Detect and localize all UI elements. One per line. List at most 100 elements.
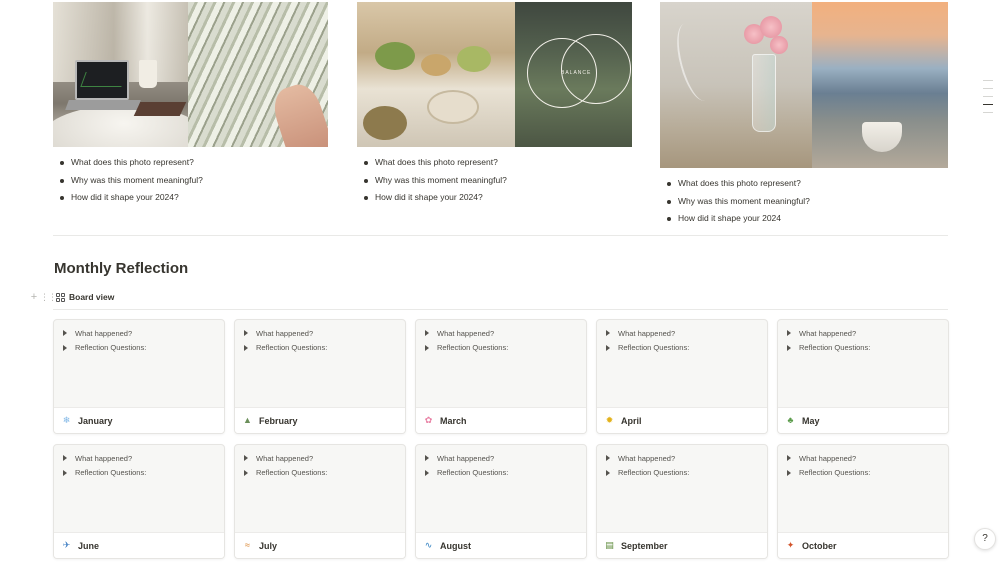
toggle-block[interactable]: Reflection Questions: — [787, 466, 948, 481]
toggle-label: Reflection Questions: — [75, 343, 147, 353]
month-name: January — [78, 415, 113, 426]
board-card[interactable]: What happened? Reflection Questions: ✈ June — [53, 444, 225, 559]
toggle-label: Reflection Questions: — [75, 468, 147, 478]
toggle-block[interactable]: Reflection Questions: — [787, 341, 948, 356]
toggle-block[interactable]: What happened? — [244, 326, 405, 341]
toggle-block[interactable]: What happened? — [244, 451, 405, 466]
database-view-bar: + ⋮⋮ Board view — [28, 290, 115, 304]
toggle-arrow-icon[interactable] — [606, 455, 610, 462]
board-card[interactable]: What happened? Reflection Questions: ♣ May — [777, 319, 949, 434]
card-toggle-list: What happened? Reflection Questions: — [235, 320, 405, 355]
toggle-block[interactable]: What happened? — [787, 451, 948, 466]
section-divider — [53, 235, 948, 236]
board-card[interactable]: What happened? Reflection Questions: ✹ Apri… — [596, 319, 768, 434]
toggle-block[interactable]: Reflection Questions: — [425, 466, 586, 481]
toggle-arrow-icon[interactable] — [63, 344, 67, 351]
month-name: October — [802, 540, 837, 551]
drag-handle-icon[interactable]: ⋮⋮ — [40, 292, 57, 303]
question-item: What does this photo represent? — [357, 154, 632, 172]
card-title-bar[interactable]: ❄ January — [54, 407, 224, 433]
toggle-arrow-icon[interactable] — [63, 330, 67, 337]
card-title-bar[interactable]: ♣ May — [778, 407, 948, 433]
toggle-label: Reflection Questions: — [437, 343, 509, 353]
laptop-money-photo[interactable] — [53, 2, 328, 147]
toggle-block[interactable]: What happened? — [787, 326, 948, 341]
board-card[interactable]: What happened? Reflection Questions: ▲ Febr… — [234, 319, 406, 434]
card-title-bar[interactable]: ✹ April — [597, 407, 767, 433]
toggle-arrow-icon[interactable] — [425, 469, 429, 476]
reflection-question-list: What does this photo represent? Why was … — [660, 175, 948, 228]
gallery-item-2[interactable]: BALANCE What does this photo represent? … — [357, 2, 632, 207]
question-item: Why was this moment meaningful? — [53, 172, 328, 190]
question-item: Why was this moment meaningful? — [660, 193, 948, 211]
toggle-block[interactable]: Reflection Questions: — [63, 341, 224, 356]
toggle-arrow-icon[interactable] — [244, 469, 248, 476]
toggle-block[interactable]: What happened? — [63, 326, 224, 341]
toggle-arrow-icon[interactable] — [787, 469, 791, 476]
board-card[interactable]: What happened? Reflection Questions: ∿ Augu… — [415, 444, 587, 559]
toggle-block[interactable]: Reflection Questions: — [63, 466, 224, 481]
toggle-arrow-icon[interactable] — [425, 344, 429, 351]
toggle-label: What happened? — [75, 328, 133, 338]
toggle-label: What happened? — [256, 328, 314, 338]
toggle-arrow-icon[interactable] — [425, 330, 429, 337]
page-outline-minimap[interactable] — [983, 80, 995, 120]
toggle-label: What happened? — [256, 453, 314, 463]
toggle-arrow-icon[interactable] — [606, 344, 610, 351]
toggle-arrow-icon[interactable] — [63, 469, 67, 476]
card-title-bar[interactable]: ▤ September — [597, 532, 767, 558]
toggle-block[interactable]: Reflection Questions: — [244, 341, 405, 356]
card-toggle-list: What happened? Reflection Questions: — [54, 445, 224, 480]
toggle-arrow-icon[interactable] — [63, 455, 67, 462]
tab-board-view[interactable]: Board view — [56, 292, 114, 302]
toggle-block[interactable]: Reflection Questions: — [244, 466, 405, 481]
toggle-arrow-icon[interactable] — [425, 455, 429, 462]
toggle-block[interactable]: What happened? — [425, 451, 586, 466]
toggle-arrow-icon[interactable] — [244, 455, 248, 462]
toggle-arrow-icon[interactable] — [606, 469, 610, 476]
airplane-icon: ✈ — [62, 540, 71, 550]
toggle-block[interactable]: What happened? — [63, 451, 224, 466]
toggle-label: Reflection Questions: — [256, 343, 328, 353]
card-title-bar[interactable]: ≈ July — [235, 532, 405, 558]
toggle-block[interactable]: Reflection Questions: — [425, 341, 586, 356]
gallery-item-3[interactable]: What does this photo represent? Why was … — [660, 2, 948, 228]
blossom-icon: ✿ — [424, 415, 433, 425]
toggle-arrow-icon[interactable] — [244, 344, 248, 351]
card-title-bar[interactable]: ▲ February — [235, 407, 405, 433]
question-item: How did it shape your 2024? — [53, 189, 328, 207]
toggle-arrow-icon[interactable] — [787, 455, 791, 462]
board-card[interactable]: What happened? Reflection Questions: ≈ July — [234, 444, 406, 559]
gallery-item-1[interactable]: What does this photo represent? Why was … — [53, 2, 328, 207]
toggle-block[interactable]: What happened? — [606, 326, 767, 341]
dinner-balance-photo[interactable]: BALANCE — [357, 2, 632, 147]
card-title-bar[interactable]: ✿ March — [416, 407, 586, 433]
maple-leaf-icon: ✦ — [786, 540, 795, 550]
toggle-block[interactable]: Reflection Questions: — [606, 341, 767, 356]
board-card[interactable]: What happened? Reflection Questions: ▤ Sept… — [596, 444, 768, 559]
help-button[interactable]: ? — [974, 528, 996, 550]
section-title: Monthly Reflection — [54, 260, 189, 277]
month-name: April — [621, 415, 642, 426]
toggle-block[interactable]: Reflection Questions: — [606, 466, 767, 481]
board-card[interactable]: What happened? Reflection Questions: ✿ Marc… — [415, 319, 587, 434]
toggle-arrow-icon[interactable] — [787, 344, 791, 351]
board-card[interactable]: What happened? Reflection Questions: ❄ Janu… — [53, 319, 225, 434]
toggle-arrow-icon[interactable] — [606, 330, 610, 337]
board-card[interactable]: What happened? Reflection Questions: ✦ Octo… — [777, 444, 949, 559]
month-name: August — [440, 540, 471, 551]
board: What happened? Reflection Questions: ❄ Janu… — [53, 319, 949, 559]
view-divider — [53, 309, 948, 310]
month-name: February — [259, 415, 298, 426]
toggle-arrow-icon[interactable] — [787, 330, 791, 337]
card-title-bar[interactable]: ∿ August — [416, 532, 586, 558]
toggle-label: What happened? — [799, 453, 857, 463]
month-name: May — [802, 415, 820, 426]
card-title-bar[interactable]: ✈ June — [54, 532, 224, 558]
card-title-bar[interactable]: ✦ October — [778, 532, 948, 558]
flowers-sea-photo[interactable] — [660, 2, 948, 168]
toggle-block[interactable]: What happened? — [606, 451, 767, 466]
toggle-arrow-icon[interactable] — [244, 330, 248, 337]
add-block-icon[interactable]: + — [28, 291, 40, 303]
toggle-block[interactable]: What happened? — [425, 326, 586, 341]
